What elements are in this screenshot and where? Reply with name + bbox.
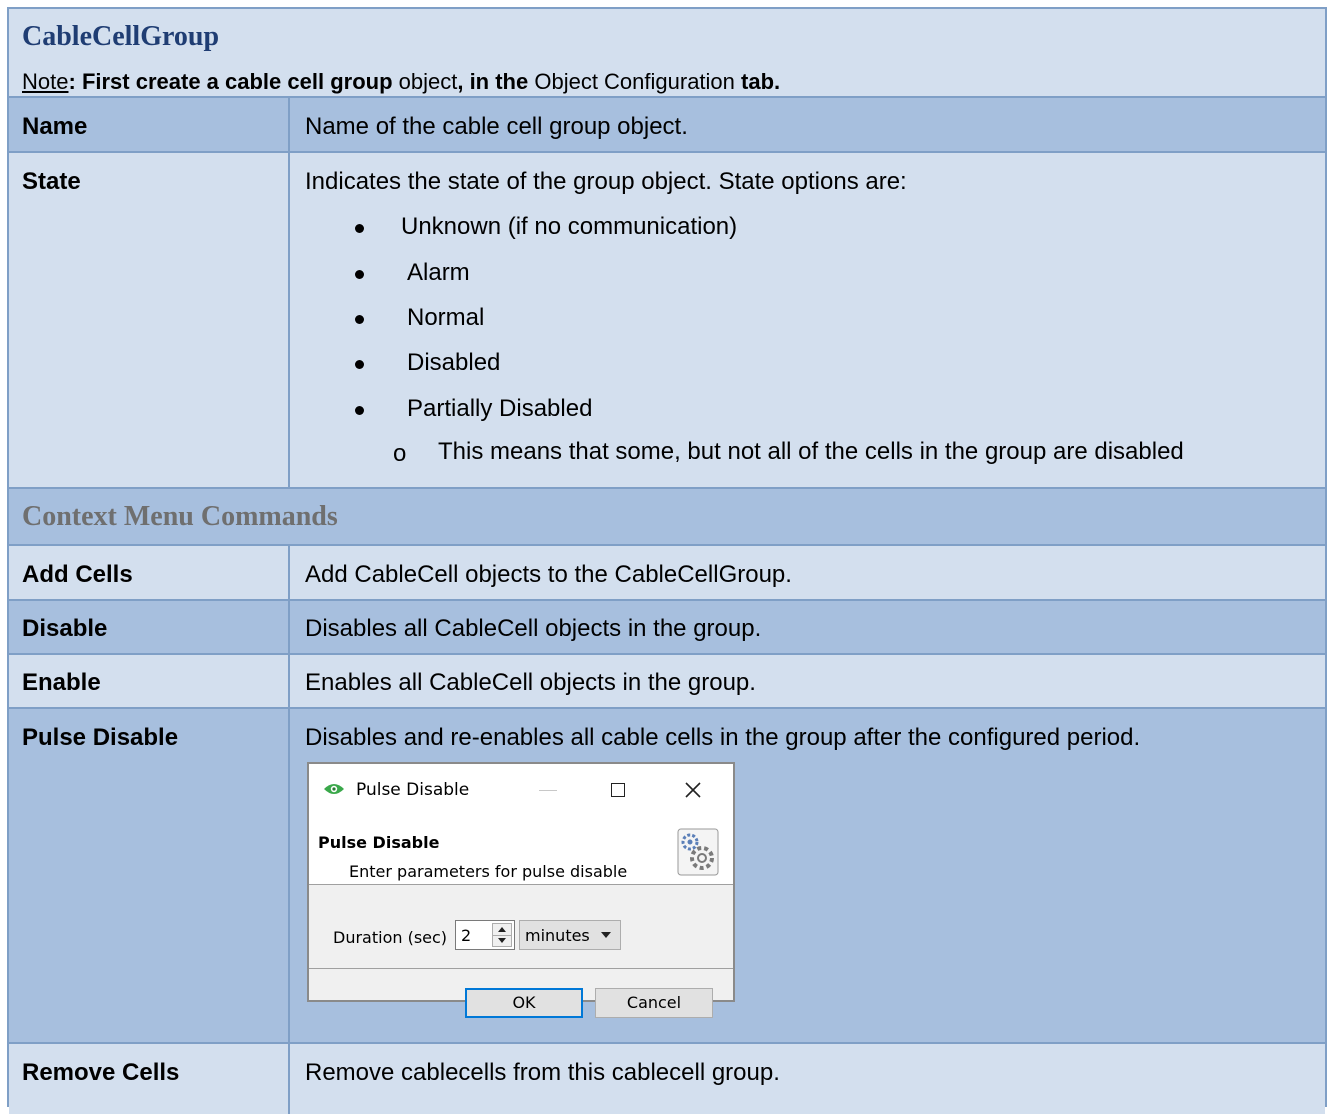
state-option: Unknown (if no communication) bbox=[401, 213, 738, 240]
info-table: CableCellGroup Note: First create a cabl… bbox=[7, 7, 1327, 1114]
table-row-add-cells: Add Cells Add CableCell objects to the C… bbox=[9, 546, 1325, 601]
note-prefix: Note bbox=[22, 69, 69, 94]
context-heading-row: Context Menu Commands bbox=[9, 489, 1325, 546]
note-part4: Object Configuration bbox=[528, 69, 742, 94]
maximize-button[interactable] bbox=[611, 783, 625, 797]
bullet-icon bbox=[355, 406, 364, 415]
section-title: CableCellGroup bbox=[22, 21, 220, 52]
row-label-state: State bbox=[22, 168, 81, 195]
note-part2: object bbox=[392, 69, 458, 94]
bullet-icon bbox=[355, 270, 364, 279]
note-part5: tab. bbox=[741, 69, 781, 94]
label-cell bbox=[9, 153, 290, 487]
row-desc-name: Name of the cable cell group object. bbox=[305, 113, 688, 140]
row-label-remove-cells: Remove Cells bbox=[22, 1059, 180, 1086]
table-row-enable: Enable Enables all CableCell objects in … bbox=[9, 655, 1325, 709]
table-row-state: State Indicates the state of the group o… bbox=[9, 153, 1325, 489]
row-desc-disable: Disables all CableCell objects in the gr… bbox=[305, 615, 762, 642]
dialog-title: Pulse Disable bbox=[356, 780, 470, 800]
state-option: Normal bbox=[407, 304, 485, 331]
duration-value: 2 bbox=[461, 926, 472, 945]
duration-spinbox[interactable]: 2 bbox=[455, 920, 515, 950]
row-desc-pulse-disable: Disables and re-enables all cable cells … bbox=[305, 724, 1141, 751]
row-label-add-cells: Add Cells bbox=[22, 561, 133, 588]
settings-gear-icon bbox=[677, 828, 719, 876]
unit-select[interactable]: minutes bbox=[519, 920, 621, 950]
row-label-enable: Enable bbox=[22, 669, 101, 696]
unit-value: minutes bbox=[525, 926, 590, 945]
bullet-icon bbox=[355, 315, 364, 324]
state-sub-option: This means that some, but not all of the… bbox=[438, 438, 1184, 465]
eye-icon bbox=[324, 784, 344, 794]
row-label-disable: Disable bbox=[22, 615, 108, 642]
sub-bullet-marker: o bbox=[393, 440, 407, 467]
row-desc-add-cells: Add CableCell objects to the CableCellGr… bbox=[305, 561, 792, 588]
table-row-remove-cells: Remove Cells Remove cablecells from this… bbox=[9, 1044, 1325, 1114]
close-icon[interactable] bbox=[685, 782, 701, 798]
state-option: Alarm bbox=[407, 259, 470, 286]
note-colon: : bbox=[68, 69, 82, 94]
state-option: Disabled bbox=[407, 349, 501, 376]
duration-label: Duration (sec) bbox=[333, 928, 448, 947]
row-desc-enable: Enables all CableCell objects in the gro… bbox=[305, 669, 756, 696]
ok-button[interactable]: OK bbox=[465, 988, 583, 1018]
spin-buttons[interactable] bbox=[492, 923, 512, 947]
table-row-name: Name Name of the cable cell group object… bbox=[9, 98, 1325, 153]
context-heading: Context Menu Commands bbox=[22, 501, 338, 532]
bullet-icon bbox=[355, 360, 364, 369]
minimize-button[interactable] bbox=[539, 790, 557, 791]
row-desc-state: Indicates the state of the group object.… bbox=[305, 168, 907, 195]
bullet-icon bbox=[355, 224, 364, 233]
spin-down-icon[interactable] bbox=[498, 938, 506, 943]
note-part3: , in the bbox=[457, 69, 529, 94]
spin-up-icon[interactable] bbox=[498, 927, 506, 932]
note-part1: First create a cable cell group bbox=[81, 69, 393, 94]
note-line: Note: First create a cable cell group ob… bbox=[22, 69, 780, 95]
row-desc-remove-cells: Remove cablecells from this cablecell gr… bbox=[305, 1059, 780, 1086]
pulse-disable-dialog: Pulse Disable Pulse Disable Enter parame… bbox=[307, 762, 735, 1018]
chevron-down-icon bbox=[601, 932, 611, 938]
dialog-titlebar: Pulse Disable bbox=[309, 764, 733, 816]
label-cell bbox=[9, 709, 290, 1042]
cancel-button[interactable]: Cancel bbox=[595, 988, 713, 1018]
dialog-header: Pulse Disable Enter parameters for pulse… bbox=[309, 816, 733, 885]
dialog-header-subtitle: Enter parameters for pulse disable bbox=[349, 862, 628, 881]
state-option: Partially Disabled bbox=[407, 395, 593, 422]
dialog-divider bbox=[309, 968, 733, 969]
row-label-pulse-disable: Pulse Disable bbox=[22, 724, 179, 751]
title-row: CableCellGroup Note: First create a cabl… bbox=[9, 9, 1325, 98]
row-label-name: Name bbox=[22, 113, 88, 140]
table-row-disable: Disable Disables all CableCell objects i… bbox=[9, 601, 1325, 655]
dialog-header-title: Pulse Disable bbox=[318, 833, 440, 852]
